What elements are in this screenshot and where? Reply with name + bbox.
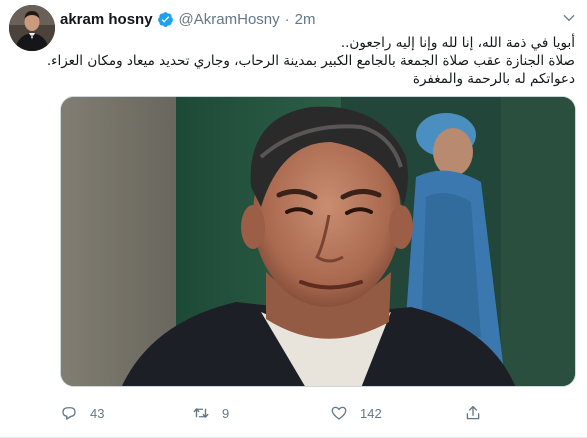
reply-button[interactable]: 43 (60, 404, 104, 422)
separator-dot: · (284, 10, 290, 28)
author-name[interactable]: akram hosny (60, 11, 153, 28)
share-icon (466, 405, 480, 420)
tweet-card[interactable]: akram hosny @AkramHosny · 2m أبويا في ذم… (0, 0, 587, 438)
tweet-photo[interactable] (60, 96, 576, 387)
retweet-icon (193, 408, 209, 418)
tweet-text-line: أبويا في ذمة الله، إنا لله وإنا إليه راج… (340, 35, 575, 51)
reply-icon (62, 407, 76, 420)
avatar-photo (9, 5, 55, 51)
retweet-button[interactable]: 9 (192, 404, 229, 422)
avatar[interactable] (9, 5, 55, 51)
author-handle[interactable]: @AkramHosny (179, 11, 280, 28)
chevron-down-icon[interactable] (561, 10, 577, 26)
verified-badge-icon (157, 11, 173, 27)
tweet-actions: 43 9 142 (60, 404, 490, 424)
like-button[interactable]: 142 (330, 404, 382, 422)
tweet-text-line: صلاة الجنازة عقب صلاة الجمعة بالجامع الك… (46, 53, 575, 69)
portrait-photo (61, 97, 575, 386)
share-button[interactable] (464, 404, 482, 422)
retweet-count: 9 (222, 405, 230, 421)
timestamp[interactable]: 2m (295, 11, 316, 28)
tweet-text: أبويا في ذمة الله، إنا لله وإنا إليه راج… (46, 34, 575, 88)
tweet-text-line: دعواتكم له بالرحمة والمغفرة (412, 71, 575, 87)
like-count: 142 (360, 405, 382, 421)
heart-icon (331, 406, 347, 420)
reply-count: 43 (90, 405, 105, 421)
tweet-header: akram hosny @AkramHosny · 2m (60, 9, 315, 29)
